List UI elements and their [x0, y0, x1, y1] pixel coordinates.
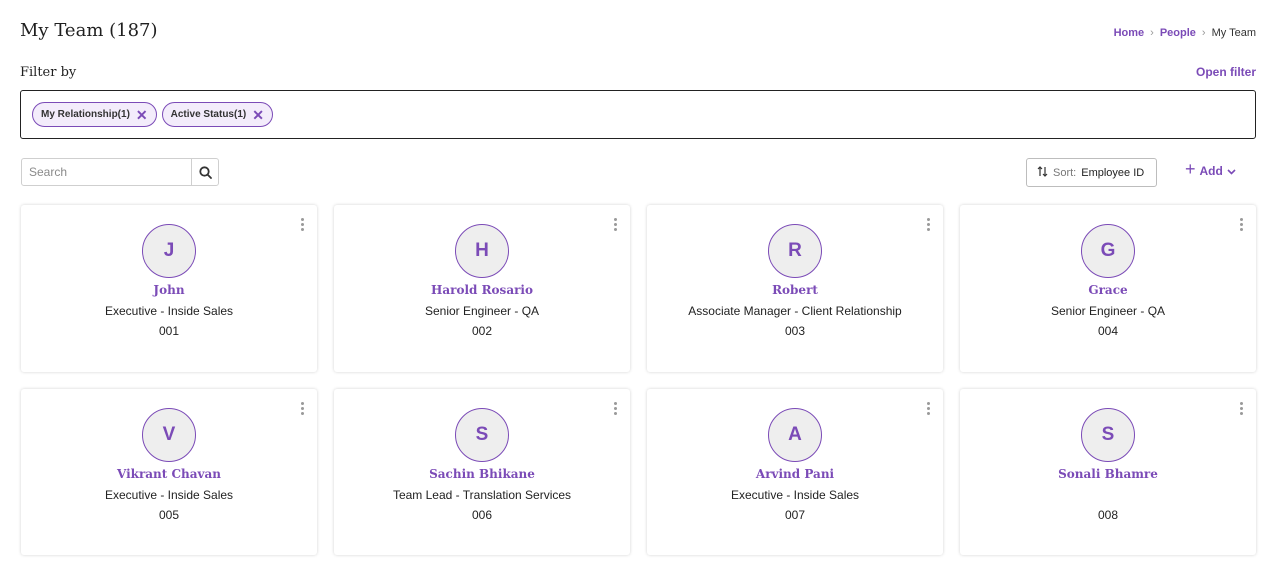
chevron-right-icon: › [1150, 27, 1154, 39]
avatar: S [455, 408, 509, 462]
add-label: Add [1199, 163, 1223, 178]
breadcrumb-home-link[interactable]: Home [1114, 27, 1145, 39]
avatar: A [768, 408, 822, 462]
avatar: V [142, 408, 196, 462]
breadcrumb-people-link[interactable]: People [1160, 27, 1196, 39]
remove-filter-icon[interactable]: ✕ [252, 108, 264, 122]
more-options-icon[interactable] [1238, 218, 1244, 231]
employee-name[interactable]: John [153, 283, 184, 298]
sort-value: Employee ID [1081, 166, 1145, 179]
open-filter-link[interactable]: Open filter [1196, 65, 1256, 79]
sort-button[interactable]: Sort: Employee ID [1026, 158, 1157, 187]
employee-name[interactable]: Grace [1088, 283, 1127, 298]
employee-role: Associate Manager - Client Relationship [688, 304, 902, 318]
sort-label: Sort: [1053, 166, 1077, 179]
employee-name[interactable]: Vikrant Chavan [117, 467, 221, 482]
filter-chip-label: Active Status(1) [170, 109, 247, 120]
avatar: R [768, 224, 822, 278]
search-box [21, 158, 219, 186]
filter-chip-label: My Relationship(1) [41, 109, 130, 120]
chevron-down-icon [1227, 164, 1236, 178]
more-options-icon[interactable] [299, 402, 305, 415]
filter-chip-relationship: My Relationship(1) ✕ [32, 102, 157, 127]
employee-card[interactable]: J John Executive - Inside Sales 001 [21, 205, 317, 372]
employee-role: Senior Engineer - QA [1050, 304, 1166, 318]
employee-name[interactable]: Arvind Pani [756, 467, 834, 482]
avatar: H [455, 224, 509, 278]
employee-id: 002 [471, 324, 493, 338]
employee-name[interactable]: Robert [772, 283, 818, 298]
employee-id: 007 [784, 508, 806, 522]
more-options-icon[interactable] [612, 402, 618, 415]
employee-id: 005 [158, 508, 180, 522]
employee-card[interactable]: H Harold Rosario Senior Engineer - QA 00… [334, 205, 630, 372]
avatar: J [142, 224, 196, 278]
employee-id: 006 [471, 508, 493, 522]
filter-label: Filter by [20, 65, 77, 80]
add-button[interactable]: + Add [1185, 159, 1236, 179]
breadcrumb-current: My Team [1211, 27, 1256, 39]
employee-card[interactable]: S Sonali Bhamre 008 [960, 389, 1256, 555]
page-title: My Team (187) [20, 20, 158, 41]
employee-role: Executive - Inside Sales [730, 488, 860, 502]
employee-id: 008 [1097, 508, 1119, 522]
more-options-icon[interactable] [612, 218, 618, 231]
filter-chip-active-status: Active Status(1) ✕ [161, 102, 273, 127]
employee-card[interactable]: R Robert Associate Manager - Client Rela… [647, 205, 943, 372]
employee-role: Executive - Inside Sales [104, 304, 234, 318]
plus-icon: + [1185, 159, 1196, 179]
avatar: S [1081, 408, 1135, 462]
employee-card[interactable]: S Sachin Bhikane Team Lead - Translation… [334, 389, 630, 555]
employee-card[interactable]: A Arvind Pani Executive - Inside Sales 0… [647, 389, 943, 555]
employee-name[interactable]: Harold Rosario [431, 283, 533, 298]
sort-icon [1037, 165, 1048, 180]
employee-grid: J John Executive - Inside Sales 001 H Ha… [21, 205, 1256, 555]
chevron-right-icon: › [1201, 27, 1206, 39]
employee-id: 001 [158, 324, 180, 338]
avatar: G [1081, 224, 1135, 278]
employee-name[interactable]: Sonali Bhamre [1058, 467, 1158, 482]
more-options-icon[interactable] [925, 218, 931, 231]
more-options-icon[interactable] [925, 402, 931, 415]
employee-card[interactable]: V Vikrant Chavan Executive - Inside Sale… [21, 389, 317, 555]
search-input[interactable] [22, 159, 192, 185]
more-options-icon[interactable] [299, 218, 305, 231]
employee-role: Senior Engineer - QA [424, 304, 540, 318]
search-icon[interactable] [191, 159, 218, 185]
more-options-icon[interactable] [1238, 402, 1244, 415]
remove-filter-icon[interactable]: ✕ [136, 108, 148, 122]
employee-id: 003 [784, 324, 806, 338]
breadcrumb: Home › People › My Team [1114, 27, 1256, 39]
employee-role: Executive - Inside Sales [104, 488, 234, 502]
employee-role: Team Lead - Translation Services [392, 488, 572, 502]
filter-box: My Relationship(1) ✕ Active Status(1) ✕ [20, 90, 1256, 139]
employee-card[interactable]: G Grace Senior Engineer - QA 004 [960, 205, 1256, 372]
employee-name[interactable]: Sachin Bhikane [429, 467, 535, 482]
employee-id: 004 [1097, 324, 1119, 338]
